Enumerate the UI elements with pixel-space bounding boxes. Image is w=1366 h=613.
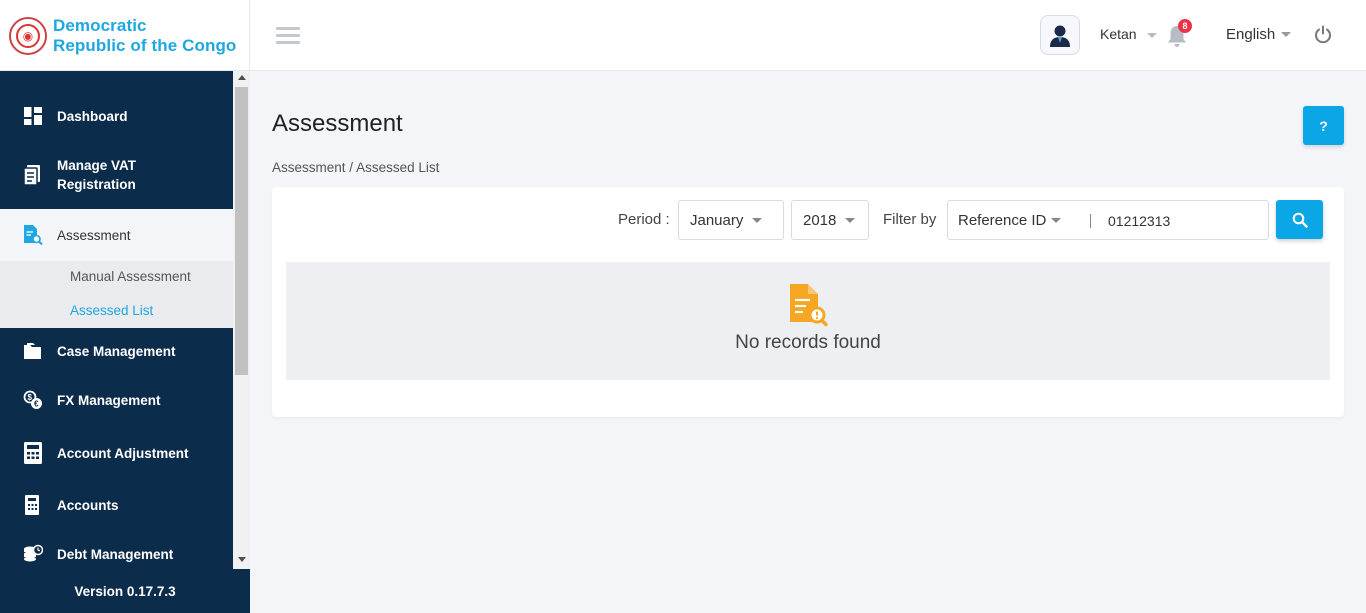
sidebar-item-case-management[interactable]: Case Management <box>0 331 233 371</box>
no-records-document-icon <box>790 284 828 327</box>
sidebar-item-accounts[interactable]: Accounts <box>0 485 233 525</box>
search-button[interactable] <box>1276 200 1323 239</box>
user-menu-chevron-down-icon[interactable] <box>1147 33 1157 38</box>
fx-icon: $ € <box>22 389 44 411</box>
sidebar-item-label: Assessment <box>57 227 131 243</box>
power-logout-icon[interactable] <box>1314 25 1332 43</box>
reference-id-input[interactable] <box>1108 210 1258 232</box>
notification-count-badge: 8 <box>1178 19 1192 33</box>
assessment-submenu: Manual Assessment Assessed List <box>0 261 233 328</box>
breadcrumb: Assessment / Assessed List <box>272 160 439 175</box>
dashboard-icon <box>22 105 44 127</box>
language-chevron-down-icon[interactable] <box>1281 32 1291 37</box>
breadcrumb-current: Assessed List <box>356 160 440 175</box>
accounts-icon <box>22 494 44 516</box>
sidebar-item-label: Case Management <box>57 343 176 359</box>
year-select-value: 2018 <box>803 211 837 229</box>
assessment-icon <box>22 224 44 246</box>
sidebar-item-manage-vat-registration[interactable]: Manage VAT Registration <box>0 147 233 203</box>
page-title: Assessment <box>272 110 403 137</box>
language-selector[interactable]: English <box>1226 26 1275 43</box>
sidebar-item-label: Debt Management <box>57 546 174 562</box>
no-records-message: No records found <box>735 332 881 353</box>
sidebar-item-debt-management[interactable]: Debt Management <box>0 534 233 574</box>
brand-title: Democratic Republic of the Congo <box>53 16 236 56</box>
calculator-icon <box>22 442 44 464</box>
submenu-item-assessed-list[interactable]: Assessed List <box>70 303 153 318</box>
filter-type-chevron-down-icon <box>1051 218 1062 223</box>
vat-registration-icon <box>22 164 44 186</box>
filter-type-select[interactable]: Reference ID <box>958 212 1062 229</box>
svg-text:€: € <box>34 400 39 409</box>
brand-line-2: Republic of the Congo <box>53 35 237 55</box>
user-avatar[interactable] <box>1040 15 1080 55</box>
sidebar-item-account-adjustment[interactable]: Account Adjustment <box>0 431 233 475</box>
scrollbar-thumb[interactable] <box>235 87 248 375</box>
user-name[interactable]: Ketan <box>1100 26 1137 42</box>
year-chevron-down-icon <box>845 217 856 223</box>
sidebar-item-assessment[interactable]: Assessment <box>0 209 233 261</box>
breadcrumb-parent-link[interactable]: Assessment <box>272 160 346 175</box>
svg-text:$: $ <box>28 393 33 402</box>
month-select-value: January <box>690 211 744 229</box>
sidebar-item-fx-management[interactable]: $ € FX Management <box>0 380 233 420</box>
sidebar-item-label: Manage VAT Registration <box>57 158 137 192</box>
brand-line-1: Democratic <box>53 15 147 35</box>
debt-icon <box>22 543 44 565</box>
submenu-item-manual-assessment[interactable]: Manual Assessment <box>70 269 191 284</box>
assessed-list-card: Period : January 2018 Filter by Referenc… <box>272 187 1344 417</box>
empty-state: No records found <box>286 262 1330 380</box>
user-avatar-icon <box>1050 25 1070 47</box>
hamburger-menu-icon[interactable] <box>276 27 300 45</box>
sidebar-item-label: Dashboard <box>57 108 128 124</box>
sidebar-item-label: FX Management <box>57 392 161 408</box>
filter-group: Reference ID <box>947 200 1269 240</box>
month-chevron-down-icon <box>752 217 763 223</box>
sidebar: Dashboard Manage VAT Registration Assess… <box>0 71 250 613</box>
filter-divider <box>1090 214 1091 228</box>
coat-of-arms-logo: ◉ <box>9 16 47 55</box>
help-button[interactable]: ? <box>1303 106 1344 145</box>
search-icon <box>1292 212 1308 228</box>
brand[interactable]: ◉ Democratic Republic of the Congo <box>0 0 250 71</box>
month-select[interactable]: January <box>678 200 784 240</box>
top-bar: ◉ Democratic Republic of the Congo Ketan… <box>0 0 1366 71</box>
sidebar-item-label: Accounts <box>57 497 119 513</box>
sidebar-item-dashboard[interactable]: Dashboard <box>0 94 233 138</box>
folder-icon <box>22 340 44 362</box>
scroll-up-arrow-icon[interactable] <box>238 75 246 80</box>
year-select[interactable]: 2018 <box>791 200 869 240</box>
filter-type-value: Reference ID <box>958 212 1047 229</box>
scroll-down-arrow-icon[interactable] <box>238 557 246 562</box>
period-label: Period : <box>618 211 670 228</box>
app-version: Version 0.17.7.3 <box>74 583 176 599</box>
breadcrumb-separator: / <box>349 160 354 175</box>
sidebar-item-label: Account Adjustment <box>57 445 189 461</box>
sidebar-scrollbar[interactable] <box>233 71 250 569</box>
filter-by-label: Filter by <box>883 211 937 228</box>
